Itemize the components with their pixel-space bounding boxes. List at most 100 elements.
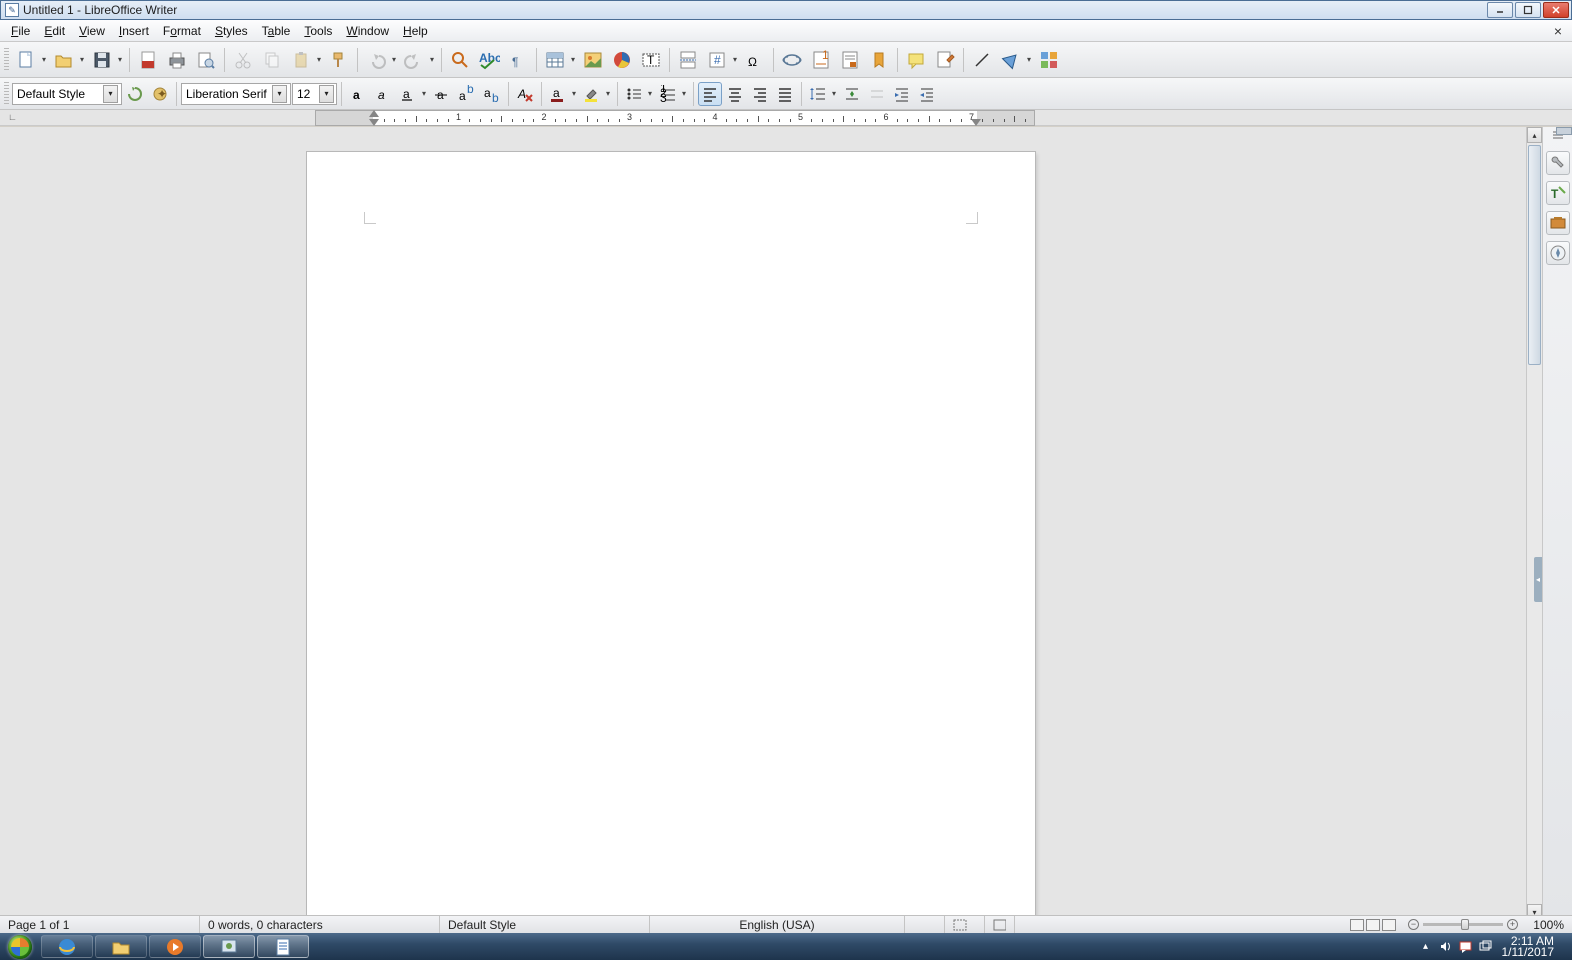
track-changes-button[interactable] — [931, 46, 959, 74]
page-break-button[interactable] — [674, 46, 702, 74]
update-style-button[interactable] — [123, 82, 147, 106]
superscript-button[interactable]: ab — [455, 82, 479, 106]
align-right-button[interactable] — [748, 82, 772, 106]
status-selection-mode[interactable] — [945, 916, 985, 933]
menu-window[interactable]: Window — [339, 22, 396, 40]
new-button[interactable] — [12, 46, 40, 74]
dropdown-icon[interactable]: ▾ — [272, 85, 287, 103]
bookmark-button[interactable] — [865, 46, 893, 74]
redo-dropdown[interactable]: ▾ — [427, 46, 437, 74]
insert-image-button[interactable] — [579, 46, 607, 74]
view-layout-buttons[interactable] — [1344, 919, 1402, 931]
scroll-up-button[interactable]: ▴ — [1527, 127, 1542, 143]
menu-view[interactable]: View — [72, 22, 112, 40]
menu-styles[interactable]: Styles — [208, 22, 255, 40]
tray-arrow-icon[interactable]: ▴ — [1418, 939, 1434, 955]
insert-chart-button[interactable] — [608, 46, 636, 74]
clone-format-button[interactable] — [325, 46, 353, 74]
single-page-icon[interactable] — [1350, 919, 1364, 931]
cut-button[interactable] — [229, 46, 257, 74]
font-size-input[interactable] — [297, 85, 317, 103]
font-size-combo[interactable]: ▾ — [292, 83, 337, 105]
paste-dropdown[interactable]: ▾ — [314, 46, 324, 74]
status-page[interactable]: Page 1 of 1 — [0, 916, 200, 933]
table-button[interactable] — [541, 46, 569, 74]
insert-textbox-button[interactable]: T — [637, 46, 665, 74]
font-color-dropdown[interactable]: ▾ — [569, 80, 579, 108]
close-button[interactable] — [1543, 2, 1569, 18]
save-button[interactable] — [88, 46, 116, 74]
open-button[interactable] — [50, 46, 78, 74]
menu-tools[interactable]: Tools — [297, 22, 339, 40]
menu-edit[interactable]: Edit — [37, 22, 72, 40]
font-name-input[interactable] — [186, 85, 270, 103]
zoom-out-button[interactable]: − — [1408, 919, 1419, 930]
paste-button[interactable] — [287, 46, 315, 74]
highlight-button[interactable] — [580, 82, 604, 106]
insert-field-button[interactable]: # — [703, 46, 731, 74]
close-doc-button[interactable]: × — [1548, 23, 1568, 39]
print-button[interactable] — [163, 46, 191, 74]
hyperlink-button[interactable] — [778, 46, 806, 74]
maximize-button[interactable] — [1515, 2, 1541, 18]
line-button[interactable] — [968, 46, 996, 74]
save-dropdown[interactable]: ▾ — [115, 46, 125, 74]
strikethrough-button[interactable]: a — [430, 82, 454, 106]
zoom-in-button[interactable]: + — [1507, 919, 1518, 930]
toolbar-grip[interactable] — [4, 82, 9, 106]
menu-help[interactable]: Help — [396, 22, 435, 40]
taskbar-writer[interactable] — [257, 935, 309, 958]
justify-button[interactable] — [773, 82, 797, 106]
menu-insert[interactable]: Insert — [112, 22, 156, 40]
clear-format-button[interactable]: A — [513, 82, 537, 106]
increase-spacing-button[interactable] — [840, 82, 864, 106]
underline-button[interactable]: a — [396, 82, 420, 106]
new-style-button[interactable]: ✦ — [148, 82, 172, 106]
gallery-panel-button[interactable] — [1546, 211, 1570, 235]
scroll-thumb[interactable] — [1528, 145, 1541, 365]
paragraph-style-combo[interactable]: ▾ — [12, 83, 122, 105]
highlight-dropdown[interactable]: ▾ — [603, 80, 613, 108]
menu-table[interactable]: Table — [255, 22, 298, 40]
status-language[interactable]: English (USA) — [650, 916, 905, 933]
font-color-button[interactable]: a — [546, 82, 570, 106]
vertical-scrollbar[interactable]: ▴ ▾ — [1526, 127, 1542, 920]
paragraph-style-input[interactable] — [17, 85, 101, 103]
print-preview-button[interactable] — [192, 46, 220, 74]
align-center-button[interactable] — [723, 82, 747, 106]
export-pdf-button[interactable] — [134, 46, 162, 74]
document-canvas[interactable] — [0, 127, 1526, 920]
left-indent-marker[interactable] — [369, 119, 379, 126]
undo-button[interactable] — [362, 46, 390, 74]
endnote-button[interactable] — [836, 46, 864, 74]
first-line-indent-marker[interactable] — [369, 110, 379, 117]
zoom-percent[interactable]: 100% — [1524, 916, 1572, 933]
bullet-dropdown[interactable]: ▾ — [645, 80, 655, 108]
book-view-icon[interactable] — [1382, 919, 1396, 931]
increase-indent-button[interactable] — [890, 82, 914, 106]
italic-button[interactable]: a — [371, 82, 395, 106]
redo-button[interactable] — [400, 46, 428, 74]
navigator-panel-button[interactable] — [1546, 241, 1570, 265]
find-replace-button[interactable] — [446, 46, 474, 74]
tray-network-icon[interactable] — [1478, 939, 1494, 955]
subscript-button[interactable]: ab — [480, 82, 504, 106]
align-left-button[interactable] — [698, 82, 722, 106]
page[interactable] — [307, 152, 1035, 920]
split-handle[interactable] — [1556, 127, 1572, 135]
status-wordcount[interactable]: 0 words, 0 characters — [200, 916, 440, 933]
field-dropdown[interactable]: ▾ — [730, 46, 740, 74]
spacing-dropdown[interactable]: ▾ — [829, 80, 839, 108]
line-spacing-button[interactable] — [806, 82, 830, 106]
bold-button[interactable]: a — [346, 82, 370, 106]
decrease-spacing-button[interactable] — [865, 82, 889, 106]
horizontal-ruler[interactable]: 1234567 — [315, 110, 1035, 126]
formatting-marks-button[interactable]: ¶ — [504, 46, 532, 74]
underline-dropdown[interactable]: ▾ — [419, 80, 429, 108]
zoom-slider[interactable]: − + — [1402, 919, 1524, 930]
status-insert-mode[interactable] — [905, 916, 945, 933]
taskbar-ie[interactable] — [41, 935, 93, 958]
toolbar-grip[interactable] — [4, 48, 9, 72]
copy-button[interactable] — [258, 46, 286, 74]
bullet-list-button[interactable] — [622, 82, 646, 106]
